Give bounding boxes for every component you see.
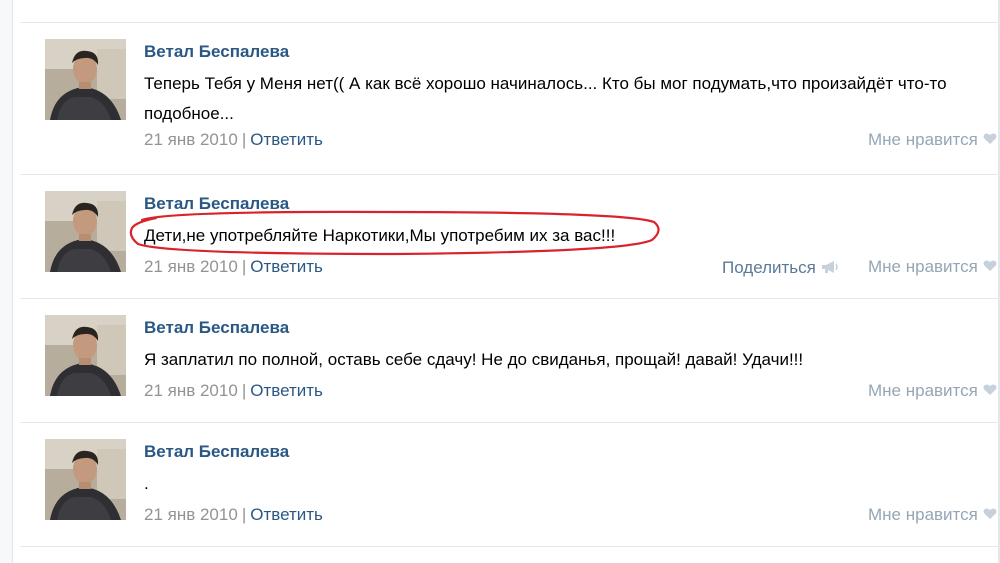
like-button[interactable]: Мне нравится	[868, 381, 997, 402]
comment-date[interactable]: 21 янв 2010	[144, 130, 238, 149]
comment-text: Я заплатил по полной, оставь себе сдачу!…	[144, 350, 804, 369]
comment-meta: 21 янв 2010 | Ответить	[144, 130, 323, 150]
comment-date[interactable]: 21 янв 2010	[144, 505, 238, 524]
author-name[interactable]: Ветал Беспалева	[144, 194, 289, 214]
meta-separator: |	[241, 505, 247, 524]
meta-separator: |	[241, 257, 247, 276]
comment-text: Теперь Тебя у Меня нет(( А как всё хорош…	[144, 74, 947, 123]
comment-item: Ветал Беспалева Дети,не употребляйте Нар…	[20, 175, 1000, 299]
meta-separator: |	[241, 381, 247, 400]
like-label: Мне нравится	[868, 381, 978, 400]
like-label: Мне нравится	[868, 130, 978, 149]
comment-meta: 21 янв 2010 | Ответить	[144, 257, 323, 277]
left-panel-edge	[0, 0, 13, 563]
like-label: Мне нравится	[868, 505, 978, 524]
author-name[interactable]: Ветал Беспалева	[144, 318, 289, 338]
heart-icon	[983, 506, 997, 526]
like-label: Мне нравится	[868, 257, 978, 276]
avatar[interactable]	[45, 315, 126, 396]
reply-link[interactable]: Ответить	[250, 505, 323, 524]
comment-meta: 21 янв 2010 | Ответить	[144, 505, 323, 525]
comment-item: Ветал Беспалева Я заплатил по полной, ос…	[20, 299, 1000, 423]
comment-item: Ветал Беспалева . 21 янв 2010 | Ответить М…	[20, 423, 1000, 547]
share-label: Поделиться	[722, 258, 816, 277]
reply-link[interactable]: Ответить	[250, 130, 323, 149]
heart-icon	[983, 258, 997, 278]
comment-date[interactable]: 21 янв 2010	[144, 257, 238, 276]
like-button[interactable]: Мне нравится	[868, 130, 997, 151]
divider	[20, 546, 1000, 547]
comment-text: .	[144, 474, 149, 493]
author-name[interactable]: Ветал Беспалева	[144, 42, 289, 62]
avatar[interactable]	[45, 39, 126, 120]
megaphone-icon	[821, 259, 839, 279]
comment-feed: Ветал Беспалева Теперь Тебя у Меня нет((…	[20, 0, 1000, 563]
reply-link[interactable]: Ответить	[250, 381, 323, 400]
heart-icon	[983, 382, 997, 402]
comment-text: Дети,не употребляйте Наркотики,Мы употре…	[144, 226, 616, 245]
heart-icon	[983, 131, 997, 151]
comment-meta: 21 янв 2010 | Ответить	[144, 381, 323, 401]
reply-link[interactable]: Ответить	[250, 257, 323, 276]
comment-date[interactable]: 21 янв 2010	[144, 381, 238, 400]
like-button[interactable]: Мне нравится	[868, 505, 997, 526]
share-button[interactable]: Поделиться	[722, 258, 839, 279]
like-button[interactable]: Мне нравится	[868, 257, 997, 278]
avatar[interactable]	[45, 191, 126, 272]
meta-separator: |	[241, 130, 247, 149]
author-name[interactable]: Ветал Беспалева	[144, 442, 289, 462]
comment-item: Ветал Беспалева Теперь Тебя у Меня нет((…	[20, 23, 1000, 150]
avatar[interactable]	[45, 439, 126, 520]
